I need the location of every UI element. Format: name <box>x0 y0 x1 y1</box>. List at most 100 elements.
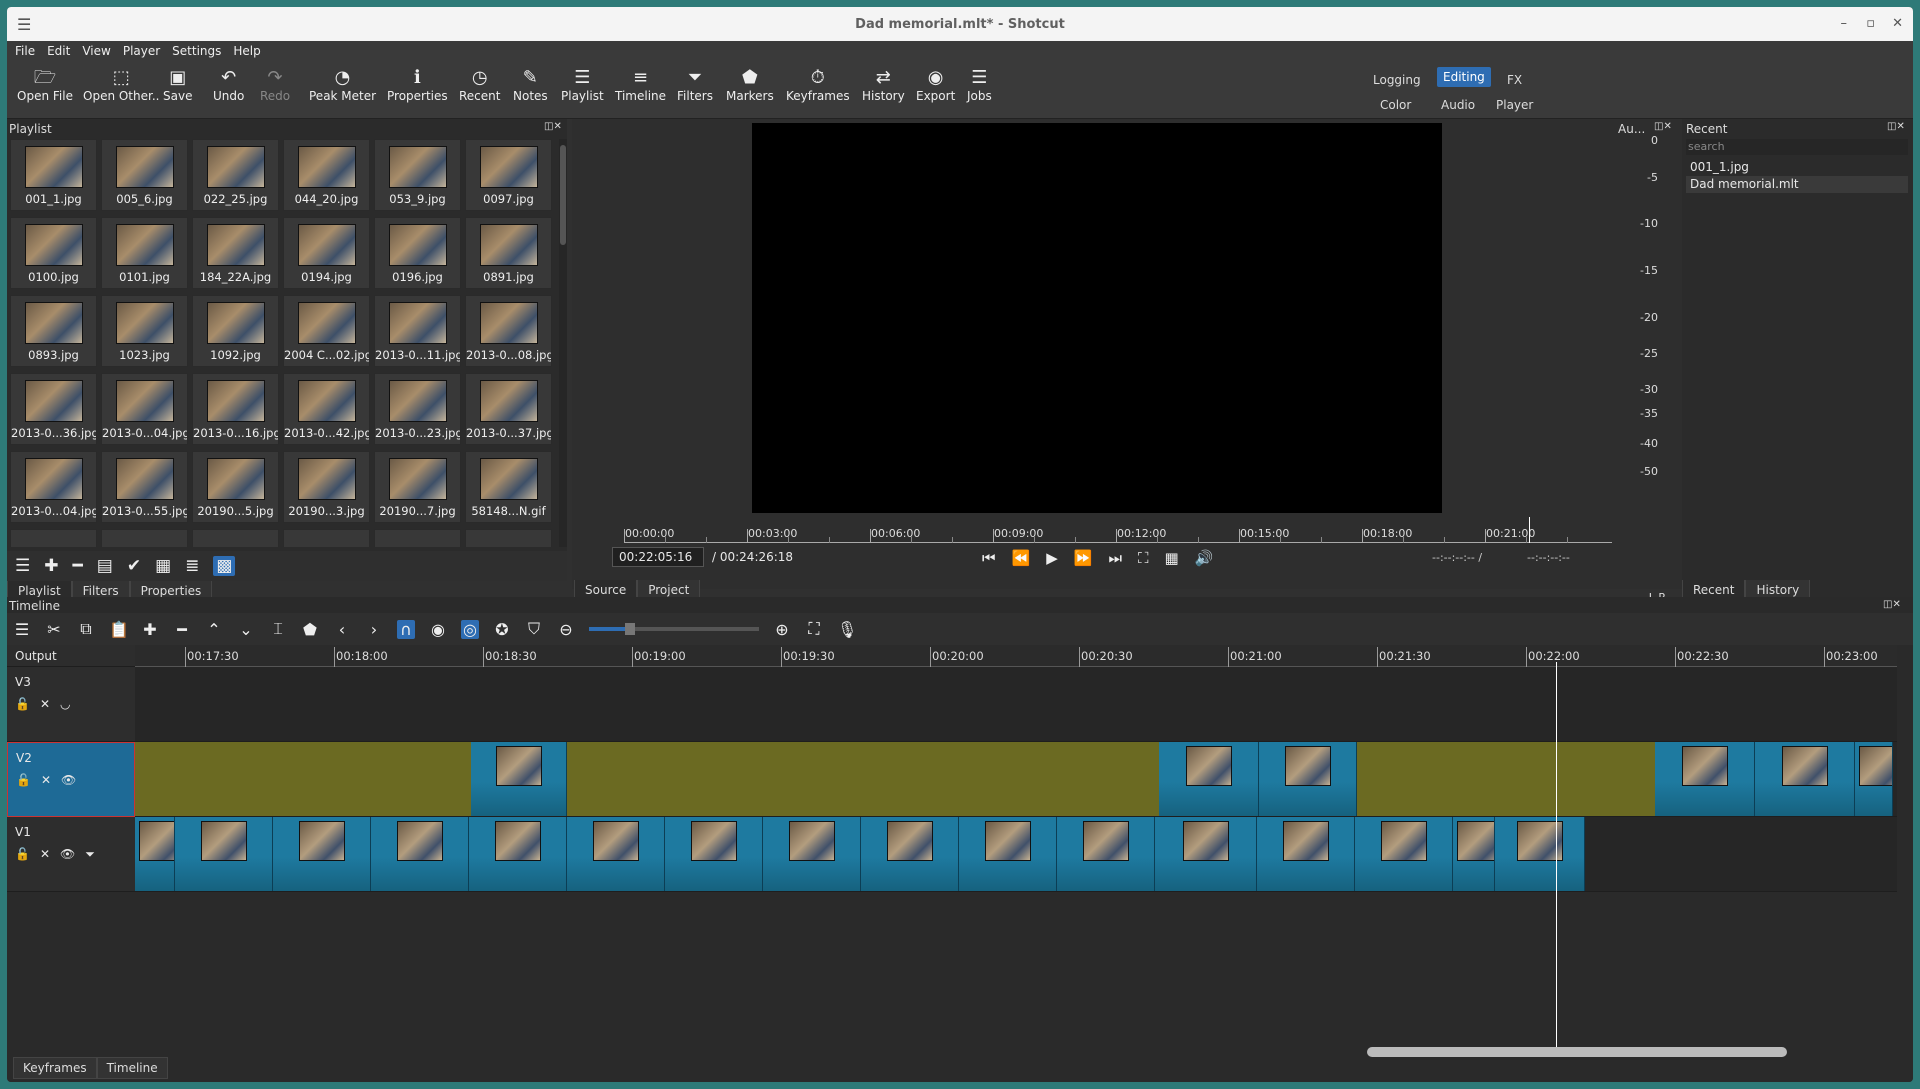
playlist-item[interactable]: 2013-0...08.jpg <box>465 295 552 367</box>
timeline-clip[interactable] <box>273 817 371 891</box>
playlist-item[interactable]: 053_9.jpg <box>374 139 461 211</box>
timeline-ruler[interactable]: 00:17:30 00:18:00 00:18:30 00:19:00 00:19:30… <box>135 645 1897 667</box>
playlist-item[interactable] <box>374 529 461 547</box>
scrub-icon[interactable]: ◉ <box>429 620 447 639</box>
layout-audio[interactable]: Audio <box>1441 98 1475 112</box>
playlist-item[interactable] <box>283 529 370 547</box>
window-menu-icon[interactable]: ☰ <box>17 15 31 34</box>
playlist-item[interactable]: 2013-0...11.jpg <box>374 295 461 367</box>
eye-icon[interactable]: 👁 <box>61 773 76 787</box>
timeline-clip[interactable] <box>1355 817 1453 891</box>
play-icon[interactable]: ▶ <box>1046 549 1058 567</box>
cut-icon[interactable]: ✂ <box>45 620 63 639</box>
timeline-clip[interactable] <box>763 817 861 891</box>
playlist-item[interactable]: 2013-0...42.jpg <box>283 373 370 445</box>
grid-icon[interactable]: ▦ <box>1164 549 1178 567</box>
timeline-clip[interactable] <box>1159 742 1259 816</box>
lift-icon[interactable]: ⌃ <box>205 620 223 639</box>
playlist-item[interactable]: 20190...3.jpg <box>283 451 370 523</box>
skip-previous-icon[interactable]: ⏮ <box>982 549 996 567</box>
record-audio-icon[interactable]: 🎙 <box>837 620 857 639</box>
close-icon[interactable]: ✕ <box>1892 16 1903 31</box>
timeline-clip[interactable] <box>1453 817 1495 891</box>
layout-color[interactable]: Color <box>1380 98 1411 112</box>
playlist-item[interactable]: 2013-0...55.jpg <box>101 451 188 523</box>
playlist-item[interactable]: 005_6.jpg <box>101 139 188 211</box>
playlist-item[interactable] <box>465 529 552 547</box>
export-button[interactable]: ◉ Export <box>916 67 955 103</box>
timeline-blank[interactable] <box>135 742 471 816</box>
open-file-button[interactable]: 🗁 Open File <box>17 67 73 103</box>
timeline-clip[interactable] <box>1155 817 1257 891</box>
skip-next-icon[interactable]: ⏭ <box>1108 549 1122 567</box>
playlist-item[interactable]: 20190...5.jpg <box>192 451 279 523</box>
timeline-clip[interactable] <box>665 817 763 891</box>
save-button[interactable]: ▣ Save <box>163 67 192 103</box>
timeline-blank[interactable] <box>567 742 1159 816</box>
timeline-button[interactable]: ≡ Timeline <box>615 67 666 103</box>
timeline-clip[interactable] <box>1655 742 1755 816</box>
playlist-item[interactable]: 2013-0...16.jpg <box>192 373 279 445</box>
playlist-item[interactable]: 2013-0...04.jpg <box>10 451 97 523</box>
timeline-clip[interactable] <box>861 817 959 891</box>
mute-icon[interactable]: ✕ <box>40 847 50 862</box>
track-header-v1[interactable]: V1 🔓 ✕ 👁 ⏷ <box>7 817 135 892</box>
maximize-icon[interactable]: ▫ <box>1866 16 1875 31</box>
timeline-clip[interactable] <box>1855 742 1893 816</box>
playlist-item[interactable]: 1092.jpg <box>192 295 279 367</box>
timeline-clip[interactable] <box>471 742 567 816</box>
playlist-item[interactable] <box>101 529 188 547</box>
playlist-item[interactable]: 2013-0...23.jpg <box>374 373 461 445</box>
zoom-fit-timeline-icon[interactable]: ⛶ <box>805 619 823 639</box>
zoom-fit-icon[interactable]: ⛶ <box>1138 549 1149 567</box>
playlist-item[interactable]: 0196.jpg <box>374 217 461 289</box>
menu-file[interactable]: File <box>15 44 35 58</box>
menu-player[interactable]: Player <box>123 44 160 58</box>
timeline-float-close-icon[interactable]: ◫✕ <box>1883 599 1901 610</box>
timeline-clip[interactable] <box>1495 817 1585 891</box>
zoom-slider-handle[interactable] <box>625 623 635 635</box>
lock-icon[interactable]: 🔓 <box>16 773 31 787</box>
playlist-item[interactable]: 044_20.jpg <box>283 139 370 211</box>
previous-marker-icon[interactable]: ‹ <box>333 620 351 639</box>
paste-icon[interactable]: 📋 <box>109 620 129 639</box>
recent-button[interactable]: ◷ Recent <box>459 67 500 103</box>
playlist-button[interactable]: ☰ Playlist <box>561 67 604 103</box>
recent-item[interactable]: 001_1.jpg <box>1686 159 1908 176</box>
layout-logging[interactable]: Logging <box>1373 73 1421 87</box>
meter-float-close-icon[interactable]: ◫✕ <box>1654 121 1672 132</box>
timeline-clip[interactable] <box>1259 742 1357 816</box>
rewind-icon[interactable]: ⏪ <box>1012 549 1031 567</box>
panel-float-close-icon[interactable]: ◫✕ <box>544 121 562 132</box>
undo-button[interactable]: ↶ Undo <box>213 67 244 103</box>
zoom-slider[interactable] <box>589 623 759 635</box>
playlist-item[interactable]: 20190...7.jpg <box>374 451 461 523</box>
lock-icon[interactable]: 🔓 <box>15 697 30 711</box>
copy-icon[interactable]: ⧉ <box>77 619 95 639</box>
keyframes-button[interactable]: ⏱ Keyframes <box>786 67 850 103</box>
menu-edit[interactable]: Edit <box>47 44 70 58</box>
timeline-scrollbar-handle[interactable] <box>1367 1047 1787 1057</box>
menu-help[interactable]: Help <box>233 44 260 58</box>
playlist-item[interactable] <box>192 529 279 547</box>
timeline-clip[interactable] <box>1755 742 1855 816</box>
timeline-playhead[interactable] <box>1556 662 1557 1052</box>
ripple-delete-icon[interactable]: ━ <box>173 620 191 639</box>
timeline-clip[interactable] <box>959 817 1057 891</box>
tab-timeline[interactable]: Timeline <box>96 1057 168 1079</box>
playlist-item[interactable] <box>10 529 97 547</box>
markers-button[interactable]: ⬟ Markers <box>726 67 774 103</box>
timeline-clip[interactable] <box>1057 817 1155 891</box>
track-lane-v3[interactable] <box>135 667 1897 742</box>
hide-icon[interactable]: ◡ <box>60 697 70 711</box>
add-icon[interactable]: ✚ <box>44 556 58 576</box>
snap-icon[interactable]: ∩ <box>397 619 415 639</box>
playlist-menu-icon[interactable]: ☰ <box>15 556 30 576</box>
timeline-menu-icon[interactable]: ☰ <box>13 620 31 639</box>
playlist-item[interactable]: 0891.jpg <box>465 217 552 289</box>
list-view-icon[interactable]: ≣ <box>185 556 199 576</box>
playlist-item[interactable]: 0893.jpg <box>10 295 97 367</box>
notes-button[interactable]: ✎ Notes <box>513 67 548 103</box>
track-header-v3[interactable]: V3 🔓 ✕ ◡ <box>7 667 135 742</box>
playlist-item[interactable]: 0101.jpg <box>101 217 188 289</box>
